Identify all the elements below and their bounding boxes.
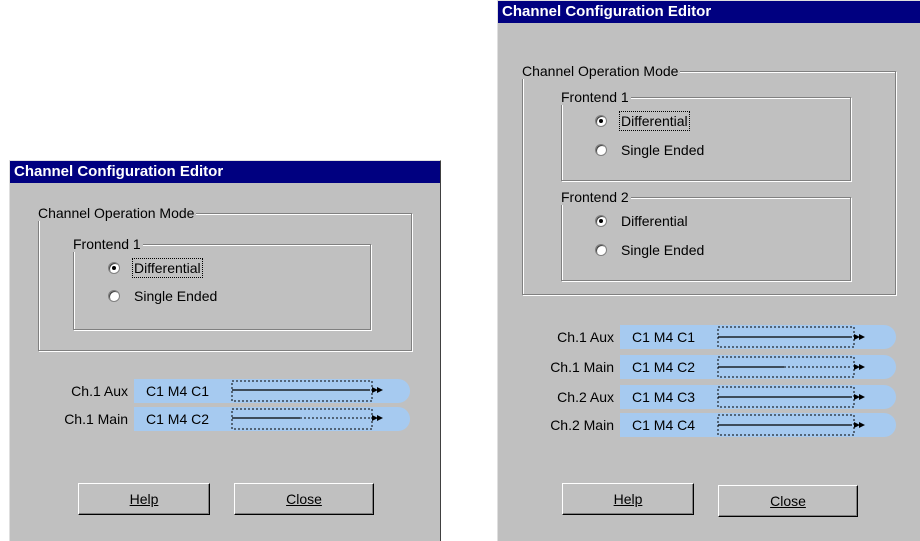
- right-channel-row-1[interactable]: Ch.1 Aux C1 M4 C1: [557, 325, 896, 349]
- radio-label: Single Ended: [621, 242, 705, 258]
- radio-unchecked-icon: [595, 244, 607, 256]
- left-dialog-title: Channel Configuration Editor: [10, 161, 440, 183]
- radio-label: Single Ended: [621, 142, 705, 158]
- left-help-button[interactable]: Help: [78, 483, 210, 515]
- right-frontend2-group: Frontend 2 Differential Single Ended: [561, 189, 851, 281]
- signal-wire-icon: [231, 408, 383, 430]
- right-channel-row-3[interactable]: Ch.2 Aux C1 M4 C3: [557, 385, 896, 409]
- right-help-button[interactable]: Help: [562, 483, 694, 515]
- channel-label: Ch.1 Aux: [71, 383, 128, 399]
- right-fe2-single-ended-radio[interactable]: Single Ended: [595, 242, 704, 258]
- radio-checked-icon: [595, 215, 607, 227]
- right-frontend1-label: Frontend 1: [561, 89, 631, 105]
- left-frontend1-group: Frontend 1 Differential Single Ended: [73, 236, 371, 330]
- right-channel-row-2[interactable]: Ch.1 Main C1 M4 C2: [550, 355, 896, 379]
- radio-checked-icon: [108, 262, 120, 274]
- radio-label: Differential: [621, 213, 688, 229]
- left-channel-row-1[interactable]: Ch.1 Aux C1 M4 C1: [71, 379, 410, 403]
- right-fe2-differential-radio[interactable]: Differential: [595, 213, 688, 229]
- left-mode-group-label: Channel Operation Mode: [38, 205, 197, 221]
- left-fe1-differential-radio[interactable]: Differential: [108, 258, 203, 278]
- radio-label: Differential: [619, 111, 690, 131]
- channel-label: Ch.1 Main: [550, 359, 614, 375]
- close-button-label: Close: [286, 491, 322, 507]
- signal-wire-icon: [717, 356, 865, 378]
- channel-label: Ch.2 Aux: [557, 389, 614, 405]
- channel-label: Ch.1 Main: [64, 411, 128, 427]
- radio-label: Single Ended: [134, 288, 218, 304]
- radio-unchecked-icon: [595, 144, 607, 156]
- close-button-label: Close: [770, 493, 806, 509]
- left-channel-row-2[interactable]: Ch.1 Main C1 M4 C2: [64, 407, 410, 431]
- left-dialog: Channel Configuration Editor Channel Ope…: [9, 160, 441, 541]
- right-frontend1-group: Frontend 1 Differential Single Ended: [561, 89, 851, 181]
- right-dialog: Channel Configuration Editor Channel Ope…: [497, 0, 920, 541]
- channel-label: Ch.1 Aux: [557, 329, 614, 345]
- right-close-button[interactable]: Close: [718, 485, 858, 517]
- radio-unchecked-icon: [108, 290, 120, 302]
- help-button-label: Help: [613, 491, 643, 507]
- right-frontend2-label: Frontend 2: [561, 189, 631, 205]
- right-mode-group: Channel Operation Mode Frontend 1 Differ…: [522, 63, 896, 295]
- radio-label: Differential: [132, 258, 203, 278]
- signal-wire-icon: [717, 414, 865, 436]
- left-fe1-single-ended-radio[interactable]: Single Ended: [108, 288, 217, 304]
- help-button-label: Help: [129, 491, 159, 507]
- right-mode-group-label: Channel Operation Mode: [522, 63, 681, 79]
- channel-label: Ch.2 Main: [550, 417, 614, 433]
- right-fe1-single-ended-radio[interactable]: Single Ended: [595, 142, 704, 158]
- left-mode-group: Channel Operation Mode Frontend 1 Differ…: [38, 205, 412, 351]
- signal-wire-icon: [717, 326, 865, 348]
- left-close-button[interactable]: Close: [234, 483, 374, 515]
- right-fe1-differential-radio[interactable]: Differential: [595, 111, 690, 131]
- right-dialog-title: Channel Configuration Editor: [498, 1, 920, 23]
- signal-wire-icon: [717, 386, 865, 408]
- signal-wire-icon: [231, 380, 383, 402]
- radio-checked-icon: [595, 115, 607, 127]
- right-channel-row-4[interactable]: Ch.2 Main C1 M4 C4: [550, 413, 896, 437]
- left-frontend1-label: Frontend 1: [73, 236, 143, 252]
